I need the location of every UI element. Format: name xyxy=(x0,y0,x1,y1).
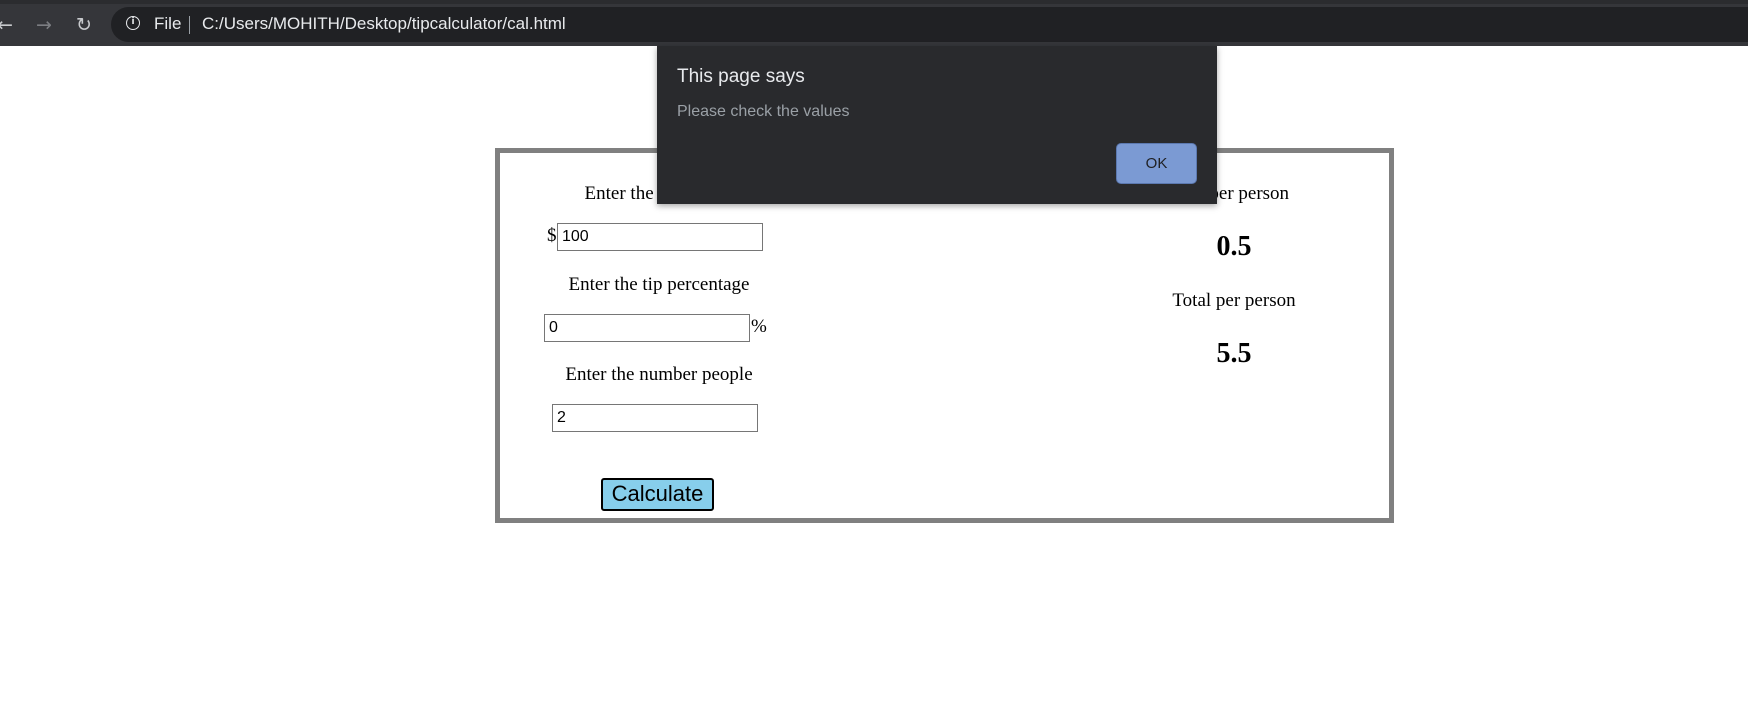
dialog-title: This page says xyxy=(677,66,805,87)
number-of-people-input[interactable] xyxy=(552,404,758,432)
url-text[interactable]: C:/Users/MOHITH/Desktop/tipcalculator/ca… xyxy=(202,14,566,34)
percent-sign: % xyxy=(751,316,767,337)
calculate-button[interactable]: Calculate xyxy=(601,478,714,511)
alert-dialog: This page says Please check the values O… xyxy=(657,46,1217,204)
total-per-person-value: 5.5 xyxy=(1216,338,1252,369)
dollar-sign: $ xyxy=(547,225,557,246)
number-of-people-label: Enter the number people xyxy=(565,364,753,385)
browser-toolbar: ← → ↻ i File C:/Users/MOHITH/Desktop/tip… xyxy=(0,0,1748,46)
tip-percentage-label: Enter the tip percentage xyxy=(568,274,750,295)
reload-icon[interactable]: ↻ xyxy=(71,12,97,38)
dialog-message: Please check the values xyxy=(677,103,850,120)
tip-percentage-input[interactable] xyxy=(544,314,750,342)
chip-divider xyxy=(189,16,190,34)
forward-arrow-icon[interactable]: → xyxy=(31,12,57,38)
tip-calculator-panel: Enter the bill amount $ Enter the tip pe… xyxy=(495,148,1394,523)
site-info-icon[interactable]: i xyxy=(126,16,140,30)
scheme-chip[interactable]: File xyxy=(154,14,181,34)
total-per-person-label: Total per person xyxy=(1172,290,1296,311)
back-arrow-icon[interactable]: ← xyxy=(0,12,18,38)
tip-per-person-value: 0.5 xyxy=(1216,231,1252,262)
bill-amount-input[interactable] xyxy=(557,223,763,251)
ok-button[interactable]: OK xyxy=(1116,143,1197,184)
address-bar[interactable]: i File C:/Users/MOHITH/Desktop/tipcalcul… xyxy=(111,7,1748,42)
